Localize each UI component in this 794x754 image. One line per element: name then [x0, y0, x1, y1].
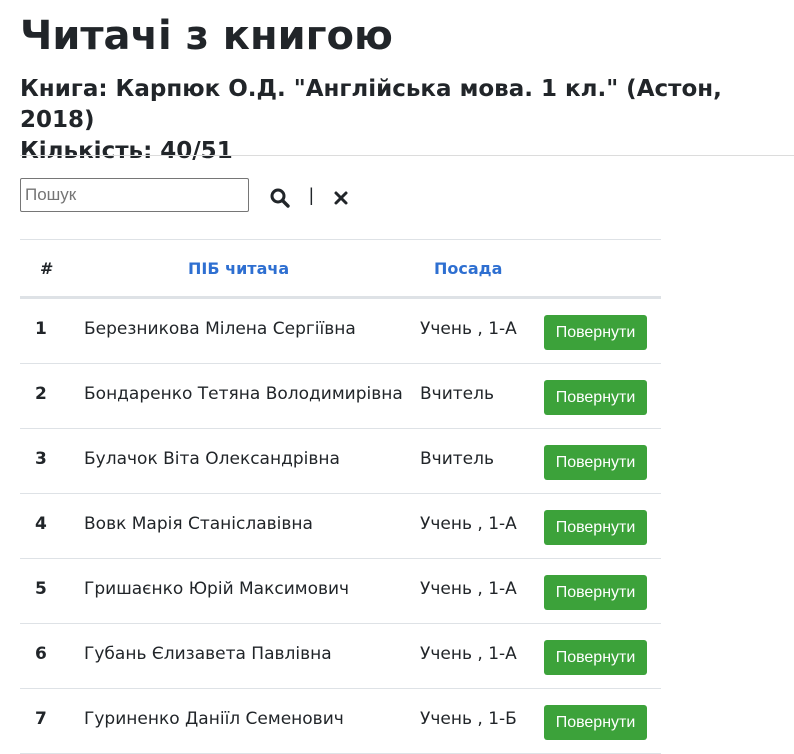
header-number: # [40, 259, 54, 278]
row-number: 4 [35, 514, 47, 534]
close-icon[interactable] [333, 190, 349, 206]
reader-position: Вчитель [420, 384, 495, 404]
book-info: Книга: Карпюк О.Д. "Англійська мова. 1 к… [20, 74, 794, 167]
table-header: # ПІБ читача Посада [20, 240, 661, 299]
table-row: 4 Вовк Марія Станіславівна Учень , 1-А Пове… [20, 494, 661, 559]
return-button[interactable]: Повернути [544, 315, 647, 350]
reader-name: Березникова Мілена Сергіївна [84, 319, 356, 339]
row-number: 6 [35, 644, 47, 664]
reader-position: Учень , 1-Б [420, 709, 517, 729]
return-button[interactable]: Повернути [544, 510, 647, 545]
readers-table: # ПІБ читача Посада 1 Березникова Мілена … [20, 239, 661, 754]
row-number: 5 [35, 579, 47, 599]
reader-position: Учень , 1-А [420, 644, 517, 664]
reader-position: Учень , 1-А [420, 319, 517, 339]
return-button[interactable]: Повернути [544, 445, 647, 480]
return-button[interactable]: Повернути [544, 640, 647, 675]
return-button[interactable]: Повернути [544, 380, 647, 415]
header-position[interactable]: Посада [434, 240, 502, 296]
page-title: Читачі з книгою [20, 13, 393, 59]
book-title: Книга: Карпюк О.Д. "Англійська мова. 1 к… [20, 76, 722, 133]
table-row: 2 Бондаренко Тетяна Володимирівна Вчитель П… [20, 364, 661, 429]
table-row: 3 Булачок Віта Олександрівна Вчитель Поверн… [20, 429, 661, 494]
row-number: 3 [35, 449, 47, 469]
search-input[interactable] [20, 178, 249, 212]
search-icon[interactable] [269, 187, 291, 209]
divider [20, 155, 794, 156]
book-count: Кількість: 40/51 [20, 138, 233, 164]
return-button[interactable]: Повернути [544, 575, 647, 610]
return-button[interactable]: Повернути [544, 705, 647, 740]
table-body: 1 Березникова Мілена Сергіївна Учень , 1-А… [20, 299, 661, 754]
row-number: 7 [35, 709, 47, 729]
reader-name: Булачок Віта Олександрівна [84, 449, 340, 469]
table-row: 1 Березникова Мілена Сергіївна Учень , 1-А… [20, 299, 661, 364]
reader-name: Бондаренко Тетяна Володимирівна [84, 384, 403, 404]
table-row: 7 Гуриненко Даніїл Семенович Учень , 1-Б По… [20, 689, 661, 754]
table-row: 5 Гришаєнко Юрій Максимович Учень , 1-А Пов… [20, 559, 661, 624]
search-separator: | [309, 185, 314, 205]
reader-name: Гуриненко Даніїл Семенович [84, 709, 344, 729]
row-number: 2 [35, 384, 47, 404]
reader-position: Вчитель [420, 449, 495, 469]
reader-name: Гришаєнко Юрій Максимович [84, 579, 350, 599]
reader-name: Губань Єлизавета Павлівна [84, 644, 332, 664]
reader-position: Учень , 1-А [420, 514, 517, 534]
table-row: 6 Губань Єлизавета Павлівна Учень , 1-А Пов… [20, 624, 661, 689]
row-number: 1 [35, 319, 47, 339]
header-reader-name[interactable]: ПІБ читача [188, 240, 289, 296]
reader-name: Вовк Марія Станіславівна [84, 514, 313, 534]
reader-position: Учень , 1-А [420, 579, 517, 599]
